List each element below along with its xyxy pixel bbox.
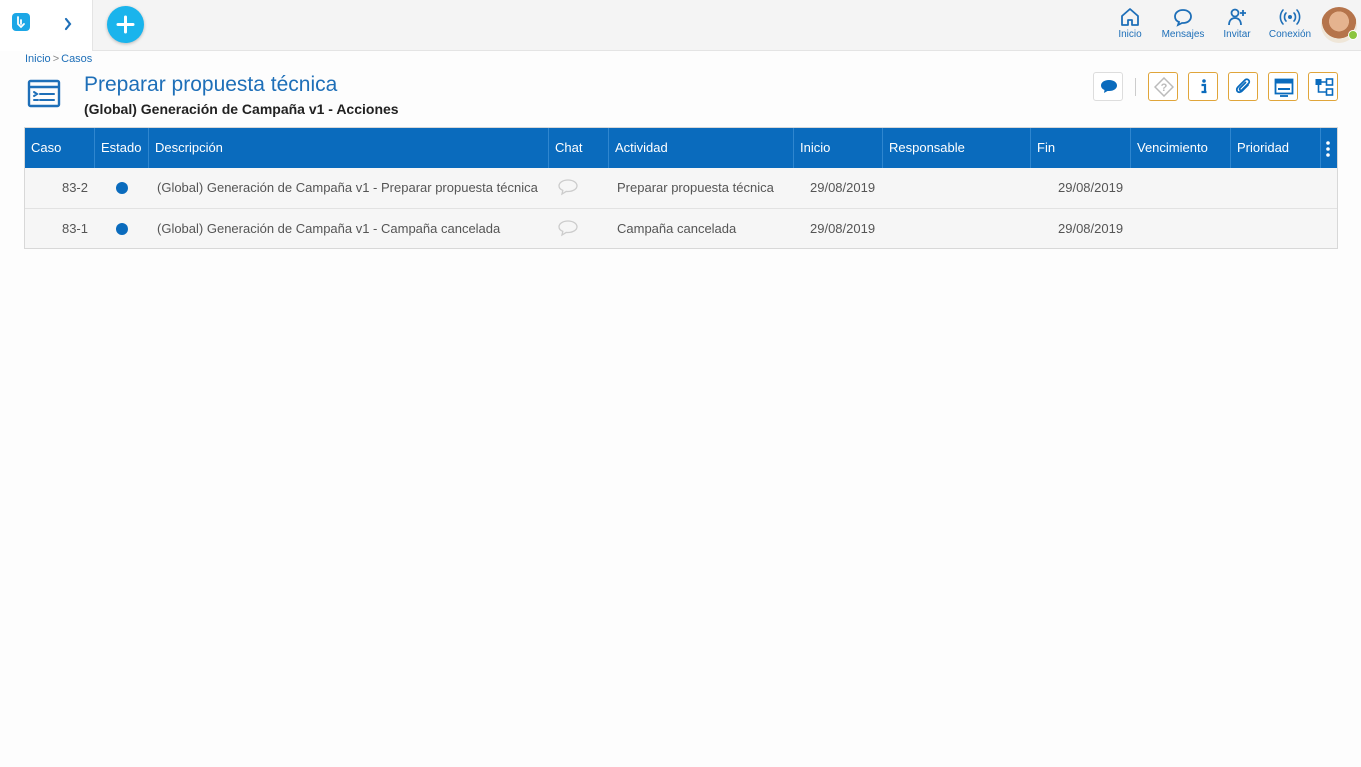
workflow-icon <box>1315 78 1334 96</box>
invite-label: Invitar <box>1223 29 1251 40</box>
chat-icon <box>1174 9 1192 27</box>
column-header-prioridad[interactable]: Prioridad <box>1231 128 1321 168</box>
nav-toggle[interactable] <box>0 0 93 51</box>
cell-caso[interactable]: 83-1 <box>25 209 88 248</box>
cases-table: Caso Estado Descripción Chat Actividad I… <box>24 127 1338 249</box>
wireless-icon <box>1279 9 1301 25</box>
cell-descripcion[interactable]: (Global) Generación de Campaña v1 - Camp… <box>157 209 500 248</box>
column-header-actividad[interactable]: Actividad <box>609 128 794 168</box>
home-label: Inicio <box>1118 29 1142 40</box>
column-header-inicio[interactable]: Inicio <box>794 128 883 168</box>
plus-icon <box>116 15 135 34</box>
column-header-descripcion[interactable]: Descripción <box>149 128 549 168</box>
table-row[interactable]: 83-1 (Global) Generación de Campaña v1 -… <box>25 208 1337 248</box>
page-title: Preparar propuesta técnica <box>84 73 338 96</box>
invite-user-icon <box>1228 8 1246 26</box>
add-button[interactable] <box>107 6 144 43</box>
info-button[interactable] <box>1188 72 1218 101</box>
cell-fin: 29/08/2019 <box>1058 180 1124 195</box>
top-bar: Inicio Mensajes Invitar Conexión <box>0 0 1361 51</box>
breadcrumb-separator: > <box>52 53 60 65</box>
app-logo-icon <box>12 13 30 31</box>
breadcrumb-item-casos[interactable]: Casos <box>61 53 92 65</box>
column-header-responsable[interactable]: Responsable <box>883 128 1031 168</box>
form-icon <box>1274 78 1294 97</box>
column-header-vencimiento[interactable]: Vencimiento <box>1131 128 1231 168</box>
column-menu-button[interactable] <box>1321 128 1337 168</box>
status-open-icon <box>116 223 128 235</box>
toolbar-divider <box>1135 78 1136 96</box>
cell-actividad[interactable]: Preparar propuesta técnica <box>617 168 774 207</box>
breadcrumb-item-inicio[interactable]: Inicio <box>25 53 51 65</box>
case-list-icon <box>27 79 61 108</box>
column-header-caso[interactable]: Caso <box>25 128 95 168</box>
invite-button[interactable]: Invitar <box>1218 6 1256 40</box>
connection-button[interactable]: Conexión <box>1267 6 1313 40</box>
cell-actividad[interactable]: Campaña cancelada <box>617 209 736 248</box>
page-subtitle: (Global) Generación de Campaña v1 - Acci… <box>84 101 399 117</box>
cell-inicio: 29/08/2019 <box>810 180 876 195</box>
form-button[interactable] <box>1268 72 1298 101</box>
cell-fin: 29/08/2019 <box>1058 221 1124 236</box>
svg-text:?: ? <box>1161 82 1168 94</box>
table-row[interactable]: 83-2 (Global) Generación de Campaña v1 -… <box>25 168 1337 208</box>
column-header-chat[interactable]: Chat <box>549 128 609 168</box>
column-header-estado[interactable]: Estado <box>95 128 149 168</box>
home-icon <box>1121 8 1139 26</box>
messages-button[interactable]: Mensajes <box>1160 6 1206 40</box>
messages-label: Mensajes <box>1161 29 1205 40</box>
help-button[interactable]: ? <box>1148 72 1178 101</box>
chat-bubble-icon[interactable] <box>557 178 579 196</box>
info-icon <box>1201 79 1207 94</box>
chat-bubble-icon[interactable] <box>557 219 579 237</box>
workflow-button[interactable] <box>1308 72 1338 101</box>
connection-label: Conexión <box>1268 29 1312 40</box>
table-header: Caso Estado Descripción Chat Actividad I… <box>25 128 1337 168</box>
column-header-fin[interactable]: Fin <box>1031 128 1131 168</box>
home-button[interactable]: Inicio <box>1113 6 1147 40</box>
more-vertical-icon <box>1326 140 1330 157</box>
chevron-right-icon[interactable] <box>63 14 73 34</box>
breadcrumb: Inicio > Casos <box>25 53 92 65</box>
cell-inicio: 29/08/2019 <box>810 221 876 236</box>
attachment-button[interactable] <box>1228 72 1258 101</box>
chat-button[interactable] <box>1093 72 1123 101</box>
cell-descripcion[interactable]: (Global) Generación de Campaña v1 - Prep… <box>157 168 538 207</box>
status-open-icon <box>116 182 128 194</box>
chat-icon <box>1101 80 1117 93</box>
attachment-icon <box>1235 78 1251 94</box>
cell-caso[interactable]: 83-2 <box>25 168 88 207</box>
online-status-icon <box>1348 30 1358 40</box>
help-icon: ? <box>1154 77 1174 97</box>
